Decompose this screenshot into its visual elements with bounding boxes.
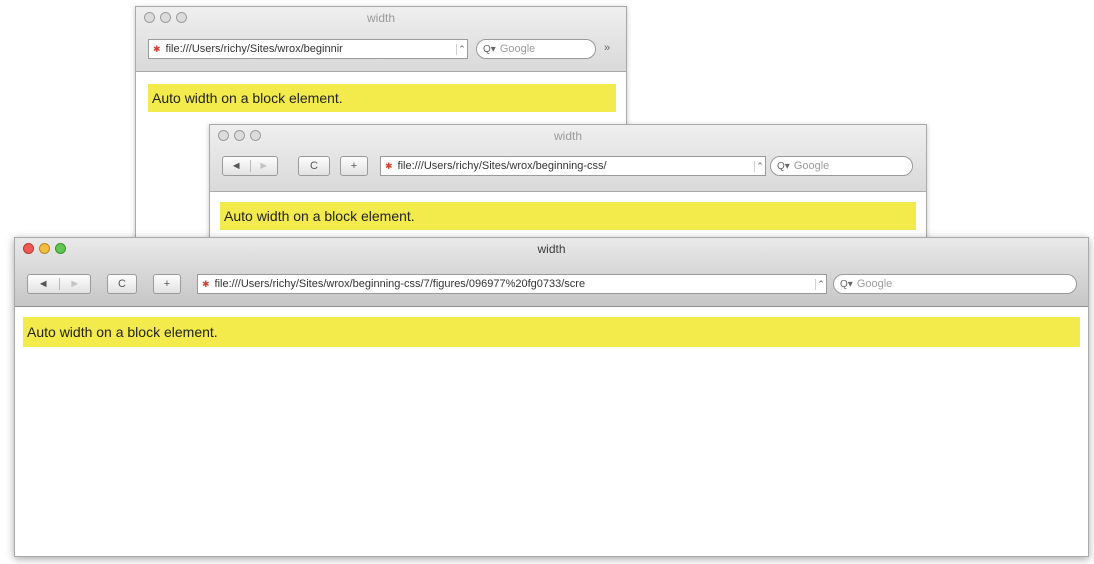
add-bookmark-button[interactable]: + [153, 274, 181, 294]
search-field[interactable]: Q▾ Google [833, 274, 1077, 294]
reload-icon: C [310, 160, 318, 172]
plus-icon: + [350, 160, 358, 172]
auto-width-block: Auto width on a block element. [148, 84, 616, 112]
auto-width-block: Auto width on a block element. [23, 317, 1080, 347]
window-toolbar: width ◄ ► C + ✱ file:///Users/richy/Site… [15, 238, 1088, 307]
window-toolbar: width ✱ file:///Users/richy/Sites/wrox/b… [136, 7, 626, 72]
window-toolbar: width ◄ ► C + ✱ file:///Users/richy/Site… [210, 125, 926, 192]
address-bar[interactable]: ✱ file:///Users/richy/Sites/wrox/beginni… [148, 39, 468, 59]
url-text: file:///Users/richy/Sites/wrox/beginning… [214, 278, 586, 290]
chevron-down-icon[interactable]: ⌃ [815, 278, 826, 290]
toolbar-overflow-button[interactable]: » [604, 42, 610, 54]
add-bookmark-button[interactable]: + [340, 156, 368, 176]
reload-icon: C [118, 278, 126, 290]
forward-button[interactable]: ► [249, 160, 278, 172]
back-button[interactable]: ◄ [28, 278, 59, 290]
back-button[interactable]: ◄ [223, 160, 250, 172]
plus-icon: + [163, 278, 171, 290]
chevron-down-icon[interactable]: ⌃ [456, 43, 467, 55]
search-placeholder: Google [793, 160, 830, 172]
page-favicon-icon: ✱ [153, 43, 161, 54]
url-text: file:///Users/richy/Sites/wrox/beginning… [397, 160, 607, 172]
page-content: Auto width on a block element. [15, 307, 1088, 556]
forward-button[interactable]: ► [58, 278, 91, 290]
magnifier-icon: Q▾ [777, 160, 790, 172]
window-title: width [553, 129, 582, 143]
address-bar[interactable]: ✱ file:///Users/richy/Sites/wrox/beginni… [197, 274, 827, 294]
search-field[interactable]: Q▾ Google [476, 39, 596, 59]
search-placeholder: Google [499, 43, 536, 55]
auto-width-block: Auto width on a block element. [220, 202, 916, 230]
reload-button[interactable]: C [298, 156, 330, 176]
back-forward-buttons[interactable]: ◄ ► [222, 156, 278, 176]
window-title: width [537, 242, 566, 256]
page-favicon-icon: ✱ [202, 278, 210, 289]
search-field[interactable]: Q▾ Google [770, 156, 913, 176]
url-text: file:///Users/richy/Sites/wrox/beginnir [165, 43, 343, 55]
browser-window-large: width ◄ ► C + ✱ file:///Users/richy/Site… [14, 237, 1089, 557]
page-favicon-icon: ✱ [385, 160, 393, 171]
magnifier-icon: Q▾ [483, 43, 496, 55]
address-bar[interactable]: ✱ file:///Users/richy/Sites/wrox/beginni… [380, 156, 766, 176]
magnifier-icon: Q▾ [840, 278, 853, 290]
chevron-down-icon[interactable]: ⌃ [754, 160, 765, 172]
search-placeholder: Google [856, 278, 893, 290]
back-forward-buttons[interactable]: ◄ ► [27, 274, 91, 294]
window-title: width [366, 11, 395, 25]
reload-button[interactable]: C [107, 274, 137, 294]
